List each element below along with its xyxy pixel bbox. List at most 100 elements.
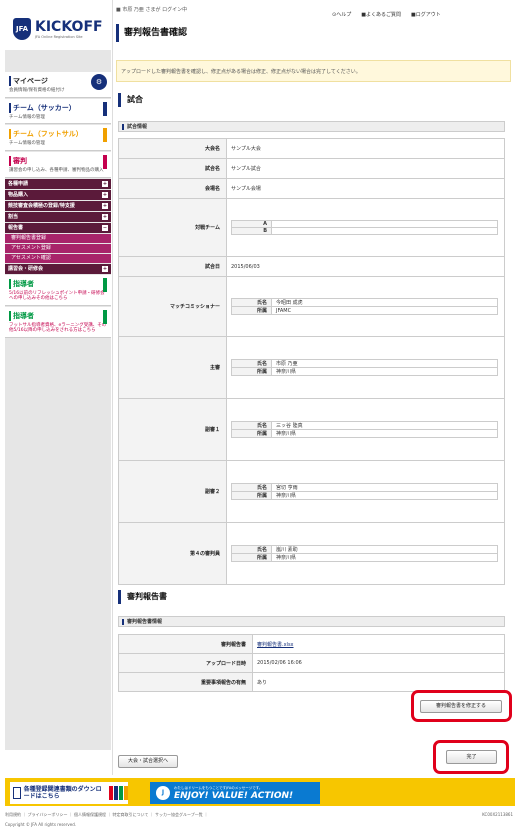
menu-reports[interactable]: 報告書 − [5, 222, 111, 233]
futsal-marker-icon [103, 128, 107, 143]
menu-label: 競技審査会積極の登録/特支援 [8, 202, 75, 209]
referee-sub: 講習会の申し込み、各種申請、審判物品の購入 [9, 167, 104, 173]
referee-label: 主審 [118, 336, 227, 399]
menu-applications[interactable]: 各種申請 + [5, 178, 111, 189]
referee-affil: 神奈川県 [271, 367, 498, 376]
menu-sub-referee-report[interactable]: 審判報告書登録 [5, 233, 111, 243]
report-file-label: 審判報告書 [118, 634, 253, 654]
download-banner[interactable]: 各種登録関連書類のダウンロードはこちら [10, 782, 128, 804]
menu-assignment[interactable]: 割当 + [5, 211, 111, 222]
sidebar-item-coach-old[interactable]: 指導者 5/16以前のリフレッシュポイント申請・研修会への申し込みその他はこちら [5, 274, 111, 306]
team-futsal-title: チーム（フットサル） [9, 129, 107, 140]
tournament-value: サンプル大会 [226, 138, 505, 159]
coach-title: 指導者 [9, 310, 107, 321]
document-icon [13, 787, 21, 799]
help-label: ヘルプ [336, 12, 352, 18]
affil-label: 所属 [231, 367, 272, 376]
sidebar-item-team-soccer[interactable]: チーム（サッカー） チーム情報の管理 [5, 98, 111, 125]
mypage-gear-icon: ⚙ [91, 74, 107, 90]
faq-link[interactable]: ■よくあるご質問 [361, 11, 401, 18]
ar1-affil: 神奈川県 [271, 429, 498, 438]
match-label: 試合名 [118, 158, 227, 179]
faq-label: よくあるご質問 [365, 12, 401, 18]
referee-table: 氏名 市原 乃亜 所属 神奈川県 [231, 359, 498, 376]
sidebar-item-referee[interactable]: 審判 講習会の申し込み、各種申請、審判物品の購入 [5, 151, 111, 178]
ar1-table: 氏名 三ッ谷 陸真 所属 神奈川県 [231, 421, 498, 438]
coach-sub: フットサル指導者資格、eラーニング受講、その他5/16以降の申し込みをされる方は… [9, 322, 107, 334]
color-stripes-icon [109, 786, 128, 800]
footer-links[interactable]: 利用規約 ｜ プライバシーポリシー ｜ 個人情報保護規程 ｜ 特定商取引について… [5, 812, 515, 818]
expand-icon: + [102, 202, 108, 209]
menu-registration-support[interactable]: 競技審査会積極の登録/特支援 + [5, 200, 111, 211]
mypage-sub: 会員情報/保有資格の紐付け [9, 88, 65, 93]
fourth-name: 嵐川 素助 [271, 545, 498, 554]
menu-seminars[interactable]: 講習会・研修会 + [5, 263, 111, 274]
referee-title: 審判 [9, 155, 107, 166]
name-label: 氏名 [231, 298, 272, 307]
coach-marker-icon [103, 277, 107, 292]
sidebar-item-coach-new[interactable]: 指導者 フットサル指導者資格、eラーニング受講、その他5/16以降の申し込みをさ… [5, 306, 111, 338]
complete-button[interactable]: 完了 [446, 750, 497, 764]
menu-label: 割当 [8, 213, 19, 220]
report-file-link[interactable]: 審判報告書.xlsx [257, 642, 294, 648]
coach-title: 指導者 [9, 278, 107, 289]
team-a: A [231, 220, 272, 228]
jfa-emblem-icon: JFA [13, 18, 31, 40]
menu-purchase[interactable]: 物品購入 + [5, 189, 111, 200]
fourth-official-table: 氏名 嵐川 素助 所属 神奈川県 [231, 545, 498, 562]
report-section-title: 審判報告書 [118, 590, 167, 604]
menu-sub-assessment-confirm[interactable]: アセスメント確認 [5, 253, 111, 263]
sidebar-divider [112, 0, 113, 775]
sidebar: JFA KICKOFF JFA Online Registration Site… [5, 8, 111, 760]
referee-marker-icon [103, 154, 107, 169]
expand-icon: + [102, 213, 108, 220]
menu-sub-assessment-register[interactable]: アセスメント登録 [5, 243, 111, 253]
notice-message: アップロードした審判報告書を確認し、修正点がある場合は修正、修正点がない場合は完… [116, 60, 511, 82]
name-label: 氏名 [231, 421, 272, 430]
download-banner-text: 各種登録関連書類のダウンロードはこちら [23, 785, 102, 800]
coach-sub: 5/16以前のリフレッシュポイント申請・研修会への申し込みその他はこちら [9, 290, 105, 302]
affil-label: 所属 [231, 306, 272, 315]
page-title: 審判報告書確認 [116, 24, 194, 42]
menu-label: 各種申請 [8, 180, 29, 187]
logo-subtitle: JFA Online Registration Site [35, 34, 83, 39]
logo-text: KICKOFF [35, 18, 103, 35]
name-label: 氏名 [231, 359, 272, 368]
team-soccer-title: チーム（サッカー） [9, 102, 107, 113]
teams-label: 対戦チーム [118, 198, 227, 257]
commissioner-name: 今昭田 成虎 [271, 298, 498, 307]
name-label: 氏名 [231, 545, 272, 554]
sidebar-menu: マイページ 会員情報/保有資格の紐付け ⚙ チーム（サッカー） チーム情報の管理… [5, 50, 111, 750]
teams-table: A B [231, 220, 498, 235]
sidebar-item-team-futsal[interactable]: チーム（フットサル） チーム情報の管理 [5, 125, 111, 151]
report-info-header: 審判報告書情報 [118, 616, 505, 627]
fix-report-button[interactable]: 審判報告書を修正する [420, 700, 502, 713]
login-status: ■ 市原 乃亜 さまが ログイン中 [116, 7, 188, 13]
menu-label: 報告書 [8, 224, 24, 231]
expand-icon: + [102, 265, 108, 272]
upload-value: 2015/02/06 16:06 [252, 653, 505, 673]
ar2-affil: 神奈川県 [271, 491, 498, 500]
enjoy-banner[interactable]: J わたしはドリームをもつことですJFAのメッセージです。 ENJOY! VAL… [150, 782, 320, 804]
referee-name: 市原 乃亜 [271, 359, 498, 368]
copyright: Copyright © JFA All rights reserved. [5, 822, 77, 827]
report-info-table: 審判報告書 審判報告書.xlsx アップロード日時 2015/02/06 16:06… [118, 634, 505, 692]
menu-label: 物品購入 [8, 191, 29, 198]
name-label: 氏名 [231, 483, 272, 492]
header-links: ⊙ヘルプ ■よくあるご質問 ■ログアウト [332, 11, 441, 18]
sidebar-item-mypage[interactable]: マイページ 会員情報/保有資格の紐付け ⚙ [5, 72, 111, 98]
date-value: 2015/06/03 [226, 256, 505, 277]
logout-link[interactable]: ■ログアウト [411, 11, 441, 18]
jfa-badge-icon: J [156, 786, 170, 800]
back-to-match-select-button[interactable]: 大会・試合選択へ [118, 755, 178, 768]
match-section-title: 試合 [118, 93, 143, 107]
ar1-name: 三ッ谷 陸真 [271, 421, 498, 430]
help-link[interactable]: ⊙ヘルプ [332, 11, 351, 18]
venue-value: サンプル会場 [226, 178, 505, 199]
date-label: 試合日 [118, 256, 227, 277]
logo[interactable]: JFA KICKOFF JFA Online Registration Site [5, 8, 111, 50]
expand-icon: + [102, 191, 108, 198]
soccer-marker-icon [103, 101, 107, 116]
logout-label: ログアウト [415, 12, 441, 18]
fourth-affil: 神奈川県 [271, 553, 498, 562]
